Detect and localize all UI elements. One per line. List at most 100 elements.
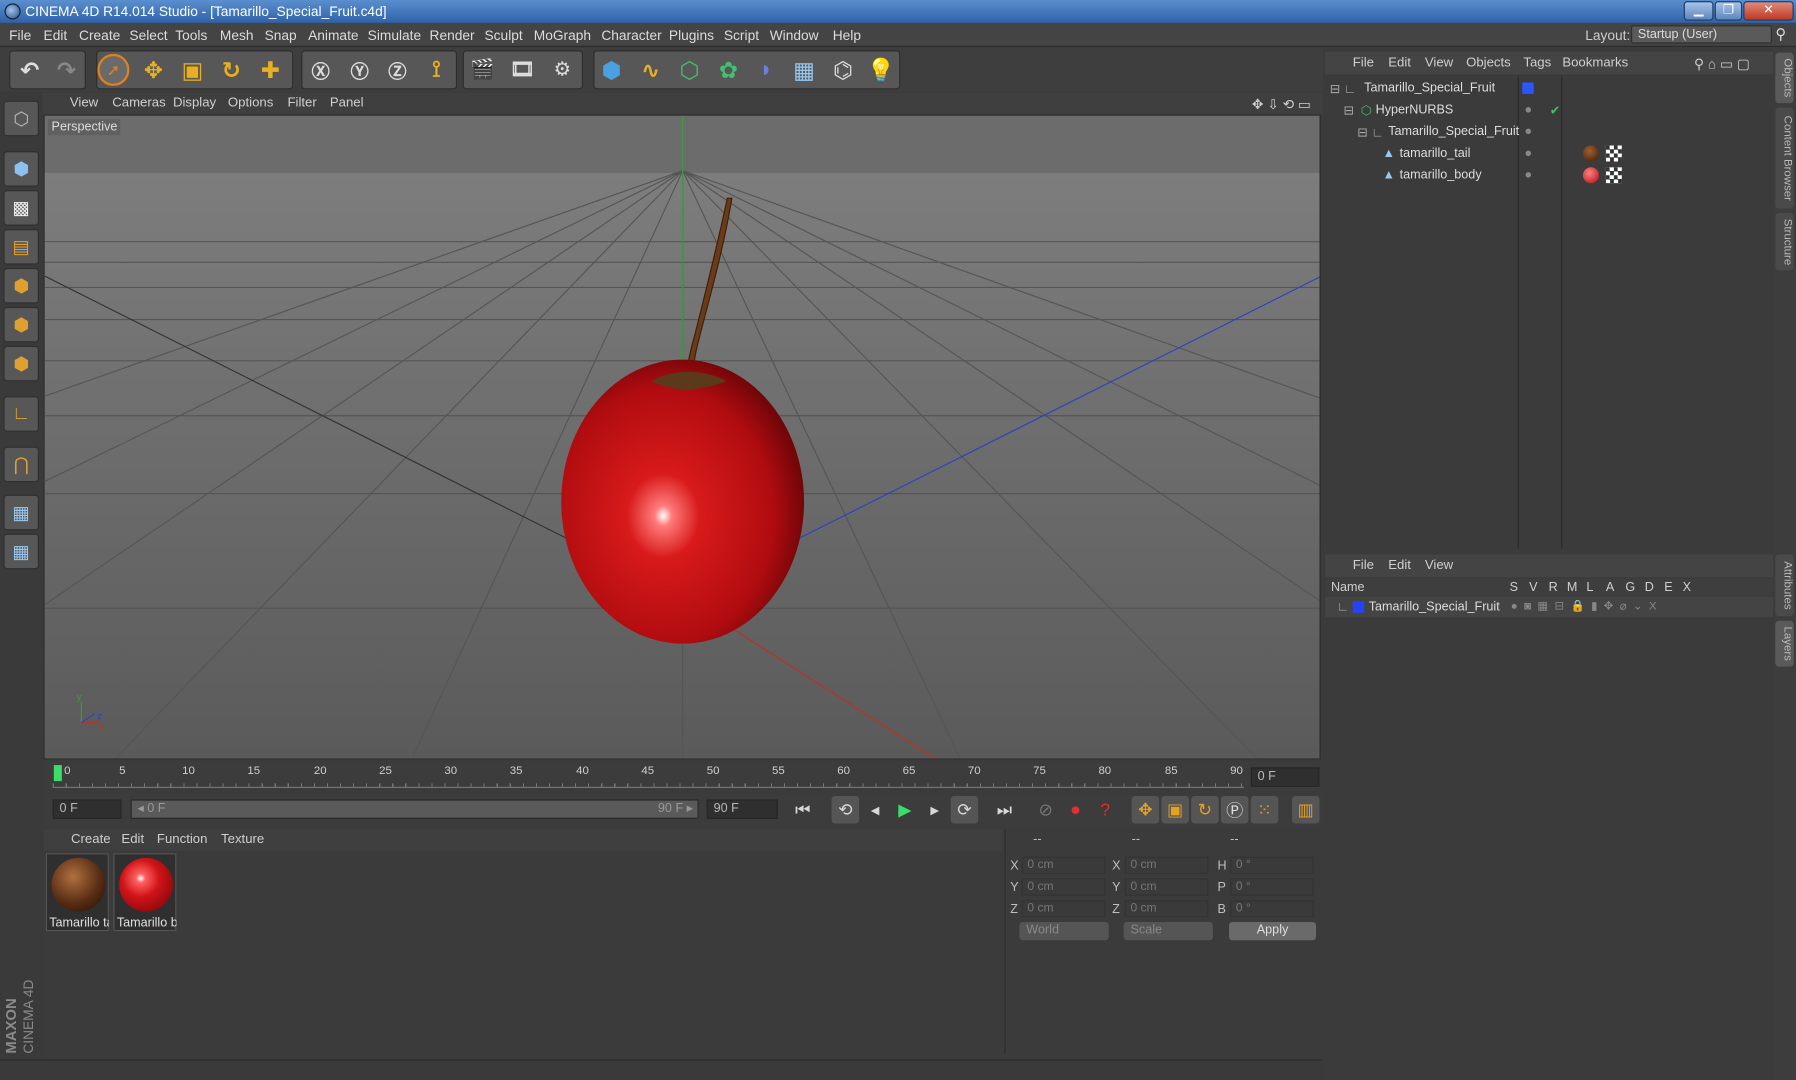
object-row[interactable]: ⊟ ∟ Tamarillo_Special_Fruit ● bbox=[1325, 121, 1773, 142]
column-deformers[interactable]: D bbox=[1645, 581, 1654, 595]
menu-edit[interactable]: Edit bbox=[44, 27, 68, 43]
make-editable-icon[interactable]: ⬡ bbox=[3, 100, 39, 137]
key-rotation-icon[interactable]: ↻ bbox=[1191, 795, 1219, 824]
nurbs-icon[interactable]: ⬡ bbox=[671, 52, 708, 89]
column-solo[interactable]: S bbox=[1510, 581, 1518, 595]
deformer-icon[interactable]: ◗ bbox=[748, 52, 785, 89]
material-menu-texture[interactable]: Texture bbox=[221, 833, 264, 847]
close-button[interactable]: ✕ bbox=[1743, 1, 1794, 21]
render-picture-viewer-icon[interactable]: 🎞 bbox=[504, 52, 541, 89]
camera-icon[interactable]: ⌬ bbox=[825, 52, 862, 89]
size-z-field[interactable]: 0 cm bbox=[1124, 900, 1209, 918]
tab-content-browser[interactable]: Content Browser bbox=[1775, 107, 1794, 209]
rotation-h-field[interactable]: 0 ° bbox=[1230, 856, 1314, 874]
next-key-icon[interactable]: ⟳ bbox=[950, 795, 979, 824]
workplane-mode-icon[interactable]: ▤ bbox=[3, 229, 39, 265]
undo-icon[interactable]: ↶ bbox=[11, 52, 48, 89]
menu-mograph[interactable]: MoGraph bbox=[534, 27, 591, 43]
position-y-field[interactable]: 0 cm bbox=[1021, 878, 1106, 896]
next-frame-icon[interactable]: ▸ bbox=[921, 796, 948, 823]
uvw-tag-icon[interactable] bbox=[1605, 145, 1622, 162]
minimize-button[interactable]: ▁ bbox=[1683, 1, 1714, 21]
coordinate-system-icon[interactable]: ⟟ bbox=[418, 52, 455, 89]
key-position-icon[interactable]: ✥ bbox=[1131, 795, 1160, 824]
scale-mode-select[interactable]: Scale bbox=[1123, 921, 1213, 941]
object-search-icon[interactable]: ⚲ ⌂ ▭ ▢ bbox=[1694, 56, 1750, 72]
menu-mesh[interactable]: Mesh bbox=[220, 27, 254, 43]
apply-button[interactable]: Apply bbox=[1229, 921, 1317, 941]
column-view[interactable]: V bbox=[1529, 581, 1537, 595]
layer-row[interactable]: ∟ Tamarillo_Special_Fruit ● ◙ ▦ ⊟ 🔒 ▮ ✥ … bbox=[1325, 596, 1774, 618]
key-parameter-icon[interactable]: Ⓟ bbox=[1220, 795, 1249, 824]
layer-menu-file[interactable]: File bbox=[1353, 559, 1374, 573]
playhead[interactable] bbox=[53, 765, 62, 782]
start-frame-field[interactable]: 0 F bbox=[52, 799, 122, 819]
z-axis-lock-icon[interactable]: Ⓩ bbox=[379, 52, 416, 89]
menu-window[interactable]: Window bbox=[770, 27, 819, 43]
model-mode-icon[interactable]: ⬢ bbox=[3, 151, 39, 187]
previous-frame-icon[interactable]: ◂ bbox=[861, 796, 888, 823]
material-swatch[interactable]: Tamarillo ta bbox=[45, 853, 109, 932]
rotation-p-field[interactable]: 0 ° bbox=[1230, 878, 1314, 896]
position-x-field[interactable]: 0 cm bbox=[1021, 856, 1106, 874]
tab-structure[interactable]: Structure bbox=[1775, 213, 1794, 271]
rotate-icon[interactable]: ↻ bbox=[213, 52, 250, 89]
menu-sculpt[interactable]: Sculpt bbox=[485, 27, 523, 43]
position-z-field[interactable]: 0 cm bbox=[1021, 900, 1106, 918]
menu-tools[interactable]: Tools bbox=[175, 27, 207, 43]
uvw-tag-icon[interactable] bbox=[1605, 167, 1622, 184]
object-menu-tags[interactable]: Tags bbox=[1523, 56, 1551, 70]
axis-mode-icon[interactable]: ∟ bbox=[3, 396, 39, 432]
tab-objects[interactable]: Objects bbox=[1775, 52, 1794, 104]
menu-help[interactable]: Help bbox=[833, 27, 861, 43]
transform-icon[interactable]: ✚ bbox=[252, 52, 289, 89]
viewport-menu-view[interactable]: View bbox=[70, 96, 98, 110]
key-pla-icon[interactable]: ⁙ bbox=[1250, 795, 1279, 824]
layout-select[interactable]: Startup (User) bbox=[1631, 25, 1772, 44]
mograph-cloner-icon[interactable]: ✿ bbox=[710, 52, 747, 89]
object-menu-objects[interactable]: Objects bbox=[1466, 56, 1511, 70]
search-icon[interactable]: ⚲ bbox=[1775, 25, 1786, 43]
viewport-menu-cameras[interactable]: Cameras bbox=[112, 96, 165, 110]
viewport-move-icon[interactable]: ✥ ⇩ ⟲ ▭ bbox=[1252, 96, 1311, 112]
column-generators[interactable]: G bbox=[1625, 581, 1635, 595]
edges-mode-icon[interactable]: ⬢ bbox=[3, 306, 39, 343]
enabled-check-icon[interactable]: ✔ bbox=[1550, 103, 1561, 118]
timeline[interactable]: 0 5 10 15 20 25 30 35 40 45 50 55 60 65 … bbox=[43, 761, 1321, 791]
perspective-viewport[interactable]: y z x Perspective bbox=[43, 114, 1321, 760]
snap-icon[interactable]: ⋂ bbox=[3, 446, 39, 483]
column-locked[interactable]: L bbox=[1586, 581, 1593, 595]
texture-mode-icon[interactable]: ▩ bbox=[3, 190, 39, 226]
object-row[interactable]: ▲ tamarillo_body ● bbox=[1325, 165, 1773, 186]
key-scale-icon[interactable]: ▣ bbox=[1161, 795, 1189, 824]
rotation-b-field[interactable]: 0 ° bbox=[1230, 900, 1314, 918]
material-menu-edit[interactable]: Edit bbox=[121, 833, 144, 847]
redo-icon[interactable]: ↷ bbox=[48, 52, 85, 89]
menu-render[interactable]: Render bbox=[430, 27, 475, 43]
record-keys-icon[interactable]: ⏺ bbox=[1062, 796, 1089, 823]
object-menu-bookmarks[interactable]: Bookmarks bbox=[1562, 56, 1628, 70]
previous-key-icon[interactable]: ⟲ bbox=[831, 795, 860, 824]
layer-color-swatch[interactable] bbox=[1352, 601, 1365, 613]
render-view-icon[interactable]: 🎬 bbox=[464, 52, 501, 89]
scale-icon[interactable]: ▣ bbox=[174, 52, 211, 89]
cube-object-icon[interactable]: ⬢ bbox=[593, 52, 630, 89]
y-axis-lock-icon[interactable]: Ⓨ bbox=[341, 52, 378, 89]
autokey-icon[interactable]: ? bbox=[1092, 796, 1119, 823]
menu-animate[interactable]: Animate bbox=[308, 27, 358, 43]
tab-attributes[interactable]: Attributes bbox=[1775, 554, 1794, 617]
object-row[interactable]: ▲ tamarillo_tail ● bbox=[1325, 143, 1773, 164]
material-swatch[interactable]: Tamarillo b bbox=[113, 853, 177, 932]
column-manager[interactable]: M bbox=[1567, 581, 1578, 595]
layer-flags[interactable]: ● ◙ ▦ ⊟ 🔒 ▮ ✥ ⌀ ⌄ X bbox=[1511, 600, 1657, 613]
menu-create[interactable]: Create bbox=[79, 27, 120, 43]
menu-plugins[interactable]: Plugins bbox=[669, 27, 714, 43]
coordinate-mode-select[interactable]: World bbox=[1019, 921, 1109, 941]
go-to-start-icon[interactable]: ⏮ bbox=[789, 796, 816, 823]
column-expressions[interactable]: E bbox=[1664, 581, 1672, 595]
column-xref[interactable]: X bbox=[1683, 581, 1691, 595]
object-menu-view[interactable]: View bbox=[1425, 56, 1453, 70]
layer-menu-view[interactable]: View bbox=[1425, 559, 1453, 573]
x-axis-lock-icon[interactable]: Ⓧ bbox=[302, 52, 339, 89]
menu-character[interactable]: Character bbox=[601, 27, 661, 43]
